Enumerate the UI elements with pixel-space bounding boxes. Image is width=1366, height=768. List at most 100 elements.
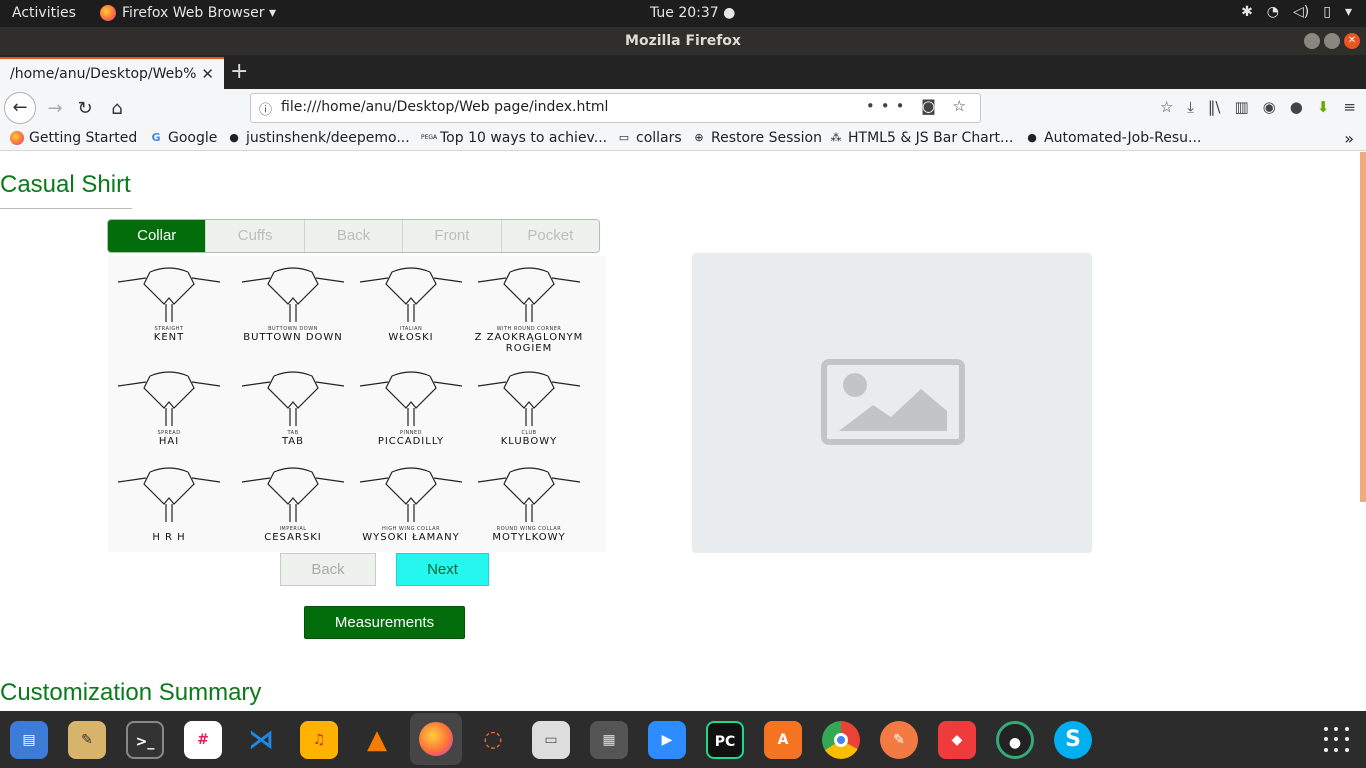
sidebar-icon[interactable]: ▥: [1234, 98, 1248, 116]
bookmark-item[interactable]: ⊕ Restore Session: [692, 130, 822, 146]
clock[interactable]: Tue 20:37 ●: [650, 5, 735, 21]
url-bar[interactable]: ⓘ file:///home/anu/Desktop/Web page/inde…: [250, 93, 981, 123]
tab-active[interactable]: /home/anu/Desktop/Web% ✕: [0, 57, 224, 89]
step-tab-back[interactable]: Back: [303, 220, 403, 252]
account-icon[interactable]: ◉: [1263, 98, 1276, 116]
bookmark-item[interactable]: ⁂ HTML5 & JS Bar Chart...: [829, 130, 1014, 146]
chrome-icon[interactable]: [822, 721, 860, 759]
collar-option[interactable]: STRAIGHT KENT: [110, 260, 228, 356]
show-applications-icon[interactable]: [1324, 727, 1350, 753]
collar-option[interactable]: TAB TAB: [234, 364, 352, 460]
system-tray[interactable]: ✱ ◔ ◁) ▯ ▾: [1241, 4, 1352, 20]
slack-tray-icon[interactable]: ✱: [1241, 4, 1253, 20]
image-placeholder-icon: [821, 359, 965, 445]
collar-option[interactable]: ITALIAN WŁOSKI: [352, 260, 470, 356]
collar-name: WŁOSKI: [388, 332, 434, 343]
bookmark-star-icon[interactable]: ☆: [953, 97, 972, 115]
minimize-button[interactable]: [1304, 33, 1320, 49]
skype-icon[interactable]: S: [1054, 721, 1092, 759]
bookmark-item[interactable]: G Google: [149, 130, 217, 146]
activities-button[interactable]: Activities: [12, 5, 76, 21]
audacity-icon[interactable]: ♫: [300, 721, 338, 759]
extension-icon[interactable]: ●: [1290, 98, 1303, 116]
collar-options-chart[interactable]: STRAIGHT KENT BUTTOWN DOWN BUTTOWN DOWN ITAL…: [108, 256, 606, 552]
app-menu[interactable]: Firefox Web Browser ▾: [100, 5, 276, 21]
collar-illustration-icon: [117, 467, 221, 522]
step-tab-collar[interactable]: Collar: [108, 220, 206, 252]
collar-option[interactable]: BUTTOWN DOWN BUTTOWN DOWN: [234, 260, 352, 356]
collar-option[interactable]: WITH ROUND CORNER Z ZAOKRĄGLONYM ROGIEM: [470, 260, 588, 356]
step-tab-front[interactable]: Front: [402, 220, 501, 252]
bookmarks-toolbar: Getting Started G Google ● justinshenk/dee…: [0, 127, 1366, 151]
collar-name: KENT: [153, 332, 185, 343]
bookmark-item[interactable]: PEGA Top 10 ways to achiev...: [421, 130, 607, 146]
firefox-icon: [100, 5, 116, 21]
google-icon: G: [151, 131, 161, 144]
home-icon[interactable]: ⌂: [102, 94, 132, 124]
collar-option[interactable]: H R H: [110, 460, 228, 556]
collar-option[interactable]: PINNED PICCADILLY: [352, 364, 470, 460]
slack-icon[interactable]: #: [184, 721, 222, 759]
terminal-icon[interactable]: >_: [126, 721, 164, 759]
close-tab-icon[interactable]: ✕: [201, 65, 214, 83]
close-window-button[interactable]: ✕: [1344, 33, 1360, 49]
next-button[interactable]: Next: [396, 553, 489, 586]
bookmark-manager-icon[interactable]: ☆: [1160, 98, 1173, 116]
shirt-preview-placeholder: [692, 253, 1092, 553]
bookmark-item[interactable]: ● Automated-Job-Resu...: [1025, 130, 1201, 146]
reload-icon[interactable]: ↻: [70, 94, 100, 124]
collar-option[interactable]: ROUND WING COLLAR MOTYLKOWY: [470, 460, 588, 556]
bookmark-folder[interactable]: ▭ collars: [617, 130, 682, 146]
calculator-icon[interactable]: ▦: [590, 721, 628, 759]
more-bookmarks-chevron-icon[interactable]: »: [1344, 129, 1354, 148]
webcam-icon[interactable]: ●: [996, 721, 1034, 759]
library-icon[interactable]: ‖\: [1208, 98, 1221, 116]
collar-option[interactable]: SPREAD HAI: [110, 364, 228, 460]
step-tab-cuffs[interactable]: Cuffs: [205, 220, 304, 252]
forward-arrow-icon[interactable]: →: [40, 94, 70, 124]
bookmark-item[interactable]: Getting Started: [10, 130, 137, 146]
pycharm-icon[interactable]: PC: [706, 721, 744, 759]
collar-illustration-icon: [477, 371, 581, 426]
collar-name: PICCADILLY: [377, 436, 445, 447]
collar-option[interactable]: HIGH WING COLLAR WYSOKI ŁAMANY: [352, 460, 470, 556]
maximize-button[interactable]: [1324, 33, 1340, 49]
customization-summary-title: Customization Summary: [0, 679, 262, 706]
vlc-icon[interactable]: ▲: [358, 721, 396, 759]
collar-option[interactable]: CLUB KLUBOWY: [470, 364, 588, 460]
zoom-icon[interactable]: ▶: [648, 721, 686, 759]
extension-download-icon[interactable]: ⬇: [1317, 98, 1330, 116]
anydesk-icon[interactable]: ◆: [938, 721, 976, 759]
tab-bar: /home/anu/Desktop/Web% ✕ +: [0, 55, 1366, 89]
image-viewer-icon[interactable]: ▤: [10, 721, 48, 759]
software-center-icon[interactable]: A: [764, 721, 802, 759]
files-icon[interactable]: ▭: [532, 721, 570, 759]
site-info-icon[interactable]: ⓘ: [259, 99, 272, 118]
bookmark-item[interactable]: ● justinshenk/deepemo...: [227, 130, 410, 146]
vscode-icon[interactable]: ⋊: [242, 721, 280, 759]
pocket-icon[interactable]: ◙: [921, 97, 942, 115]
postman-icon[interactable]: ✎: [880, 721, 918, 759]
measurements-button[interactable]: Measurements: [304, 606, 465, 639]
collar-option[interactable]: IMPERIAL CESARSKI: [234, 460, 352, 556]
bookmark-label: Restore Session: [711, 130, 822, 146]
system-menu-chevron-icon[interactable]: ▾: [1345, 4, 1352, 20]
step-tab-pocket[interactable]: Pocket: [500, 220, 599, 252]
page-scrollbar[interactable]: [1360, 152, 1366, 502]
volume-icon: ◁): [1293, 4, 1310, 20]
collar-illustration-icon: [241, 467, 345, 522]
downloads-icon[interactable]: ⤓: [1187, 98, 1194, 116]
firefox-dock-icon[interactable]: [410, 713, 462, 765]
back-arrow-icon[interactable]: ←: [4, 92, 36, 124]
bookmark-label: justinshenk/deepemo...: [246, 130, 410, 146]
menu-icon[interactable]: ≡: [1343, 98, 1356, 116]
collar-illustration-icon: [359, 371, 463, 426]
collar-name: Z ZAOKRĄGLONYM ROGIEM: [474, 332, 584, 354]
page-content: Casual Shirt Collar Cuffs Back Front Poc…: [0, 152, 1366, 711]
back-button[interactable]: Back: [280, 553, 376, 586]
new-tab-button[interactable]: +: [230, 59, 248, 84]
jupyter-icon[interactable]: ◌: [474, 721, 512, 759]
navigation-bar: ← → ↻ ⌂ ⓘ file:///home/anu/Desktop/Web p…: [0, 89, 1366, 127]
text-editor-icon[interactable]: ✎: [68, 721, 106, 759]
page-actions-icon[interactable]: •••: [866, 97, 911, 115]
